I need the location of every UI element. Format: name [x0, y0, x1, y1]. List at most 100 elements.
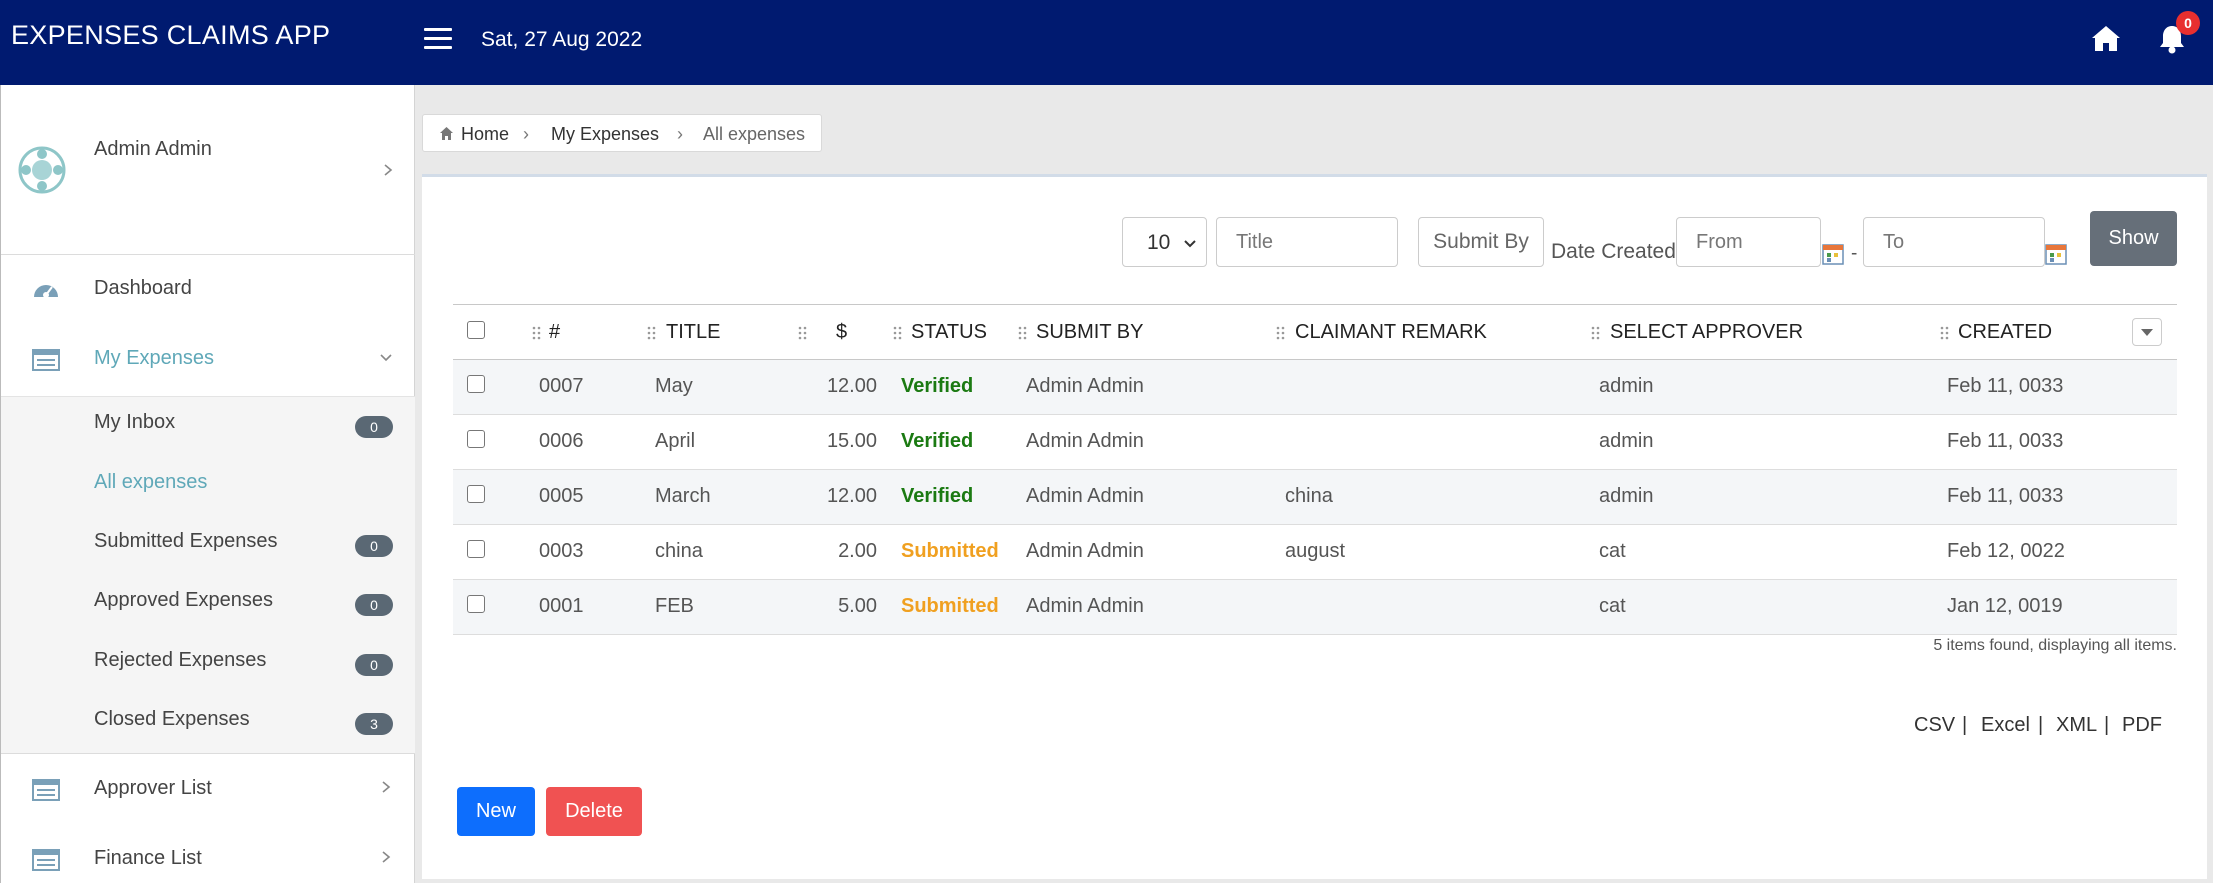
my-expenses-submenu: My Inbox 0 All expenses Submitted Expens… [1, 396, 415, 754]
export-separator: | [1962, 714, 1968, 736]
drag-handle-icon[interactable] [1940, 326, 1950, 340]
breadcrumb-my-expenses[interactable]: My Expenses [551, 124, 659, 145]
select-all-checkbox[interactable] [467, 321, 485, 339]
date-from-input[interactable] [1676, 217, 1821, 267]
breadcrumb-current: All expenses [703, 124, 806, 144]
sidebar-item-approver-list[interactable]: Approver List [1, 755, 415, 825]
table-row[interactable]: 0001 FEB 5.00 Submitted Admin Admin cat … [453, 580, 2177, 635]
cell-title: April [655, 430, 696, 452]
breadcrumb-separator: › [677, 124, 683, 144]
new-button[interactable]: New [457, 787, 535, 836]
breadcrumb: Home › My Expenses › All expenses [422, 114, 822, 152]
calendar-icon[interactable] [1822, 243, 1844, 265]
breadcrumb-home[interactable]: Home [461, 124, 509, 145]
cell-title: china [655, 540, 703, 562]
user-name: Admin Admin [94, 138, 212, 160]
table-row[interactable]: 0007 May 12.00 Verified Admin Admin admi… [453, 360, 2177, 415]
cell-status: Verified [901, 375, 974, 397]
row-checkbox[interactable] [467, 375, 485, 393]
table-row[interactable]: 0006 April 15.00 Verified Admin Admin ad… [453, 415, 2177, 470]
count-badge: 0 [355, 416, 393, 438]
sidebar-subitem-label: Closed Expenses [94, 708, 250, 730]
row-checkbox[interactable] [467, 485, 485, 503]
column-header-created[interactable]: CREATED [1958, 321, 2052, 344]
export-excel-link[interactable]: Excel [1981, 714, 2030, 737]
cell-submit-by: Admin Admin [1026, 540, 1144, 562]
row-checkbox[interactable] [467, 430, 485, 448]
cell-submit-by: Admin Admin [1026, 375, 1144, 397]
export-pdf-link[interactable]: PDF [2122, 714, 2162, 737]
cell-title: FEB [655, 595, 694, 617]
export-separator: | [2104, 714, 2110, 736]
row-checkbox[interactable] [467, 540, 485, 558]
column-header-title[interactable]: TITLE [666, 321, 720, 344]
drag-handle-icon[interactable] [893, 326, 903, 340]
drag-handle-icon[interactable] [647, 326, 657, 340]
column-header-submit-by[interactable]: SUBMIT BY [1036, 321, 1143, 344]
cell-created: Feb 11, 0033 [1947, 485, 2064, 507]
cell-amount: 12.00 [826, 375, 877, 397]
expenses-table: # TITLE $ STATUS SUBMIT BY CLAIMANT REMA… [453, 304, 2177, 635]
export-xml-link[interactable]: XML [2056, 714, 2097, 737]
cell-status: Submitted [901, 595, 999, 617]
page-size-select[interactable]: 10 [1122, 217, 1207, 267]
calendar-icon[interactable] [2045, 243, 2067, 265]
sidebar-item-label: Approver List [94, 777, 212, 799]
sidebar-item-finance-list[interactable]: Finance List [1, 825, 415, 883]
column-header-amount[interactable]: $ [836, 321, 847, 344]
drag-handle-icon[interactable] [1591, 326, 1601, 340]
column-header-id[interactable]: # [549, 321, 560, 344]
sidebar-subitem-label: All expenses [94, 471, 208, 493]
table-row[interactable]: 0003 china 2.00 Submitted Admin Admin au… [453, 525, 2177, 580]
date-to-input[interactable] [1863, 217, 2045, 267]
column-header-status[interactable]: STATUS [911, 321, 987, 344]
cell-id: 0003 [539, 540, 584, 562]
cell-approver: cat [1599, 595, 1626, 617]
user-profile[interactable]: Admin Admin [1, 85, 415, 255]
drag-handle-icon[interactable] [532, 326, 542, 340]
drag-handle-icon[interactable] [1018, 326, 1028, 340]
show-button[interactable]: Show [2090, 211, 2177, 266]
column-header-claimant-remark[interactable]: CLAIMANT REMARK [1295, 321, 1487, 344]
sidebar-subitem-approved-expenses[interactable]: Approved Expenses 0 [1, 575, 415, 633]
page-size-value: 10 [1147, 231, 1171, 254]
row-checkbox[interactable] [467, 595, 485, 613]
cell-submit-by: Admin Admin [1026, 430, 1144, 452]
sidebar-item-my-expenses[interactable]: My Expenses [1, 325, 415, 395]
sidebar-subitem-rejected-expenses[interactable]: Rejected Expenses 0 [1, 635, 415, 693]
column-options-button[interactable] [2132, 318, 2162, 346]
column-header-select-approver[interactable]: SELECT APPROVER [1610, 321, 1803, 344]
sidebar-subitem-all-expenses[interactable]: All expenses [1, 457, 415, 515]
cell-claimant-remark: china [1285, 485, 1333, 507]
cell-approver: admin [1599, 430, 1654, 452]
home-icon[interactable] [2089, 22, 2123, 56]
delete-button[interactable]: Delete [546, 787, 642, 836]
sidebar-subitem-label: Rejected Expenses [94, 649, 267, 671]
title-filter-input[interactable] [1216, 217, 1398, 267]
drag-handle-icon[interactable] [798, 326, 808, 340]
cell-amount: 2.00 [838, 540, 877, 562]
menu-icon[interactable] [424, 28, 452, 50]
sidebar-item-label: My Expenses [94, 347, 215, 369]
count-badge: 3 [355, 713, 393, 735]
cell-created: Jan 12, 0019 [1947, 595, 2063, 617]
sidebar-item-dashboard[interactable]: Dashboard [1, 255, 415, 325]
submit-by-filter[interactable]: Submit By [1418, 217, 1544, 267]
current-date: Sat, 27 Aug 2022 [481, 28, 643, 51]
cell-id: 0001 [539, 595, 584, 617]
list-icon [32, 849, 60, 871]
export-csv-link[interactable]: CSV [1914, 714, 1955, 737]
chevron-right-icon [382, 781, 391, 793]
cell-claimant-remark: august [1285, 540, 1346, 562]
table-row[interactable]: 0005 March 12.00 Verified Admin Admin ch… [453, 470, 2177, 525]
sidebar-subitem-closed-expenses[interactable]: Closed Expenses 3 [1, 694, 415, 752]
sidebar-subitem-my-inbox[interactable]: My Inbox 0 [1, 397, 415, 455]
breadcrumb-separator: › [523, 124, 529, 144]
table-header: # TITLE $ STATUS SUBMIT BY CLAIMANT REMA… [453, 304, 2177, 360]
cell-status: Verified [901, 485, 974, 507]
sidebar: Admin Admin Dashboard My Expenses My Inb… [0, 85, 415, 883]
home-icon [440, 127, 453, 140]
sidebar-subitem-submitted-expenses[interactable]: Submitted Expenses 0 [1, 516, 415, 574]
drag-handle-icon[interactable] [1276, 326, 1286, 340]
date-created-label: Date Created [1551, 240, 1676, 263]
